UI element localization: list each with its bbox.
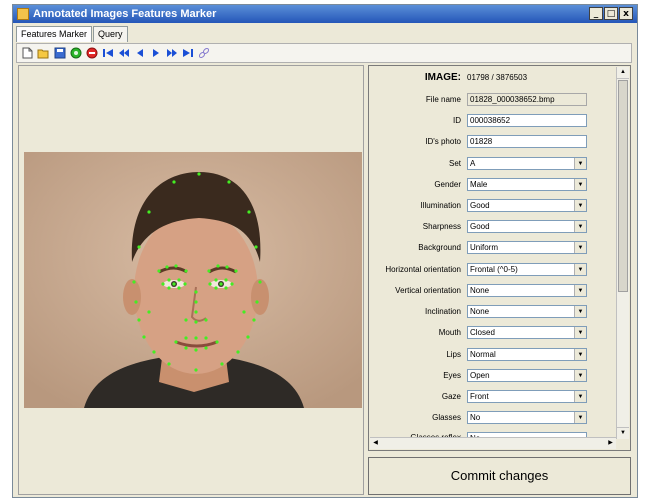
inclination-value: None xyxy=(470,307,490,316)
sharpness-value: Good xyxy=(470,222,490,231)
background-label: Background xyxy=(418,243,461,252)
prev-icon[interactable] xyxy=(133,47,146,60)
background-select[interactable]: Uniform ▼ xyxy=(467,241,587,254)
scroll-thumb[interactable] xyxy=(618,80,628,292)
background-value: Uniform xyxy=(470,243,499,252)
tab-features-marker[interactable]: Features Marker xyxy=(16,26,93,42)
image-counter: 01798 / 3876503 xyxy=(467,73,528,82)
close-button[interactable]: x xyxy=(619,7,633,20)
eyes-value: Open xyxy=(470,371,490,380)
tab-strip: Features Marker Query xyxy=(16,26,129,42)
app-icon xyxy=(17,8,29,20)
chevron-down-icon[interactable]: ▼ xyxy=(574,285,586,296)
chevron-down-icon[interactable]: ▼ xyxy=(574,242,586,253)
chevron-down-icon[interactable]: ▼ xyxy=(574,327,586,338)
last-icon[interactable] xyxy=(181,47,194,60)
set-select[interactable]: A ▼ xyxy=(467,157,587,170)
id-field[interactable]: 000038652 xyxy=(467,114,587,127)
illumination-select[interactable]: Good ▼ xyxy=(467,199,587,212)
image-viewer-panel xyxy=(18,65,364,495)
file-name-label: File name xyxy=(425,95,461,104)
horizontal-orientation-value: Frontal (^0-5) xyxy=(470,265,518,274)
chevron-down-icon[interactable]: ▼ xyxy=(574,391,586,402)
rewind-icon[interactable] xyxy=(117,47,130,60)
sharpness-select[interactable]: Good ▼ xyxy=(467,220,587,233)
horizontal-orientation-label: Horizontal orientation xyxy=(385,265,461,274)
chevron-down-icon[interactable]: ▼ xyxy=(574,370,586,381)
vertical-orientation-label: Vertical orientation xyxy=(395,286,461,295)
lips-value: Normal xyxy=(470,350,496,359)
chevron-down-icon[interactable]: ▼ xyxy=(574,179,586,190)
eyes-label: Eyes xyxy=(443,371,461,380)
minimize-button[interactable]: _ xyxy=(589,7,603,20)
mouth-label: Mouth xyxy=(438,328,461,337)
scroll-up-icon[interactable]: ▲ xyxy=(617,67,629,79)
mouth-select[interactable]: Closed ▼ xyxy=(467,326,587,339)
link-icon[interactable] xyxy=(197,47,210,60)
glasses-value: No xyxy=(470,413,481,422)
set-value: A xyxy=(470,159,476,168)
chevron-down-icon[interactable]: ▼ xyxy=(574,221,586,232)
gender-label: Gender xyxy=(434,180,461,189)
horizontal-orientation-select[interactable]: Frontal (^0-5) ▼ xyxy=(467,263,587,276)
scroll-left-icon[interactable]: ◀ xyxy=(370,438,381,449)
gaze-value: Front xyxy=(470,392,489,401)
maximize-button[interactable]: □ xyxy=(604,7,618,20)
horizontal-scrollbar[interactable]: ◀ ▶ xyxy=(370,437,616,449)
next-icon[interactable] xyxy=(149,47,162,60)
title-bar[interactable]: Annotated Images Features Marker _ □ x xyxy=(13,5,637,23)
chevron-down-icon[interactable]: ▼ xyxy=(574,412,586,423)
scroll-right-icon[interactable]: ▶ xyxy=(605,438,616,449)
illumination-label: Illumination xyxy=(420,201,461,210)
tab-query[interactable]: Query xyxy=(93,26,128,42)
toolbar xyxy=(16,43,632,63)
inclination-select[interactable]: None ▼ xyxy=(467,305,587,318)
chevron-down-icon[interactable]: ▼ xyxy=(574,264,586,275)
chevron-down-icon[interactable]: ▼ xyxy=(574,158,586,169)
gaze-select[interactable]: Front ▼ xyxy=(467,390,587,403)
face-photo-drawing xyxy=(24,152,362,408)
file-name-field[interactable]: 01828_000038652.bmp xyxy=(467,93,587,106)
gender-select[interactable]: Male ▼ xyxy=(467,178,587,191)
gaze-label: Gaze xyxy=(441,392,461,401)
open-folder-icon[interactable] xyxy=(37,47,50,60)
commit-changes-button[interactable]: Commit changes xyxy=(368,457,631,495)
face-photo[interactable] xyxy=(24,152,362,408)
chevron-down-icon[interactable]: ▼ xyxy=(574,200,586,211)
image-label: IMAGE: xyxy=(424,72,461,83)
lips-label: Lips xyxy=(446,350,461,359)
eyes-select[interactable]: Open ▼ xyxy=(467,369,587,382)
vertical-scrollbar[interactable]: ▲ ▼ xyxy=(616,67,629,439)
first-icon[interactable] xyxy=(101,47,114,60)
id-photo-field[interactable]: 01828 xyxy=(467,135,587,148)
vertical-orientation-select[interactable]: None ▼ xyxy=(467,284,587,297)
set-label: Set xyxy=(448,159,461,168)
mouth-value: Closed xyxy=(470,328,495,337)
properties-panel[interactable]: IMAGE: 01798 / 3876503 File name 01828_0… xyxy=(368,65,631,451)
id-label: ID xyxy=(453,116,461,125)
glasses-select[interactable]: No ▼ xyxy=(467,411,587,424)
save-icon[interactable] xyxy=(53,47,66,60)
sharpness-label: Sharpness xyxy=(422,222,461,231)
chevron-down-icon[interactable]: ▼ xyxy=(574,306,586,317)
new-icon[interactable] xyxy=(21,47,34,60)
id-photo-label: ID's photo xyxy=(425,137,461,146)
inclination-label: Inclination xyxy=(424,307,461,316)
fast-forward-icon[interactable] xyxy=(165,47,178,60)
illumination-value: Good xyxy=(470,201,490,210)
window-controls: _ □ x xyxy=(589,7,633,20)
record-green-icon[interactable] xyxy=(69,47,82,60)
gender-value: Male xyxy=(470,180,488,189)
stop-red-icon[interactable] xyxy=(85,47,98,60)
window-title: Annotated Images Features Marker xyxy=(33,8,217,20)
scroll-down-icon[interactable]: ▼ xyxy=(617,427,629,439)
lips-select[interactable]: Normal ▼ xyxy=(467,348,587,361)
app-window: Annotated Images Features Marker _ □ x F… xyxy=(12,4,638,498)
glasses-label: Glasses xyxy=(432,413,461,422)
chevron-down-icon[interactable]: ▼ xyxy=(574,349,586,360)
vertical-orientation-value: None xyxy=(470,286,490,295)
